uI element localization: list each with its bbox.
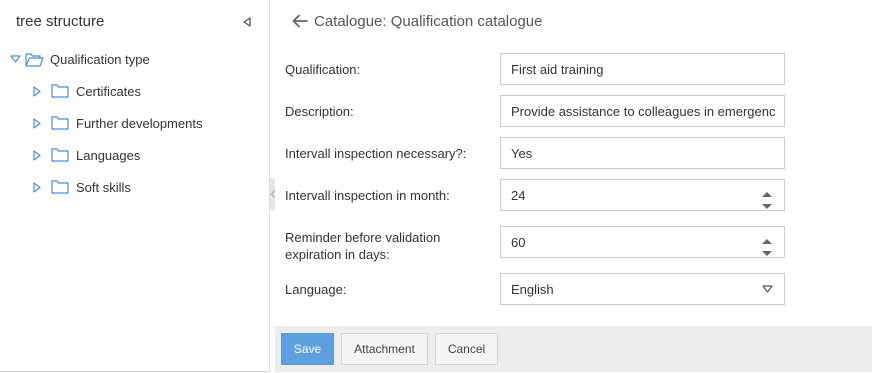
tree-node-soft-skills[interactable]: Soft skills	[30, 177, 131, 197]
interval-months-label: Intervall inspection in month:	[285, 188, 450, 203]
collapsed-triangle-icon[interactable]	[30, 180, 44, 194]
interval-months-value: 24	[511, 187, 526, 203]
page-title: Catalogue: Qualification catalogue	[314, 12, 543, 30]
tree-node-label: Further developments	[76, 115, 203, 131]
reminder-days-label-line1: Reminder before validation	[285, 230, 441, 245]
folder-icon	[50, 115, 70, 131]
interval-necessary-label: Intervall inspection necessary?:	[285, 146, 467, 161]
spinner[interactable]	[760, 185, 774, 209]
interval-necessary-field[interactable]: Yes	[500, 137, 785, 169]
language-value: English	[511, 281, 554, 297]
spin-down-icon[interactable]	[761, 244, 773, 256]
cancel-button[interactable]: Cancel	[435, 333, 498, 365]
description-field[interactable]: Provide assistance to colleagues in emer…	[500, 95, 785, 127]
collapsed-triangle-icon[interactable]	[30, 116, 44, 130]
description-value: Provide assistance to colleagues in emer…	[511, 103, 776, 119]
detail-panel: Catalogue: Qualification catalogue Quali…	[275, 0, 872, 372]
spin-down-icon[interactable]	[761, 197, 773, 209]
button-bar: Save Attachment Cancel	[275, 326, 872, 372]
spin-up-icon[interactable]	[761, 232, 773, 244]
chevron-down-icon[interactable]	[760, 283, 774, 295]
qualification-field[interactable]: First aid training	[500, 53, 785, 85]
folder-icon	[50, 83, 70, 99]
tree-node-further-developments[interactable]: Further developments	[30, 113, 202, 133]
qualification-label: Qualification:	[285, 62, 361, 77]
page-header: Catalogue: Qualification catalogue	[291, 12, 543, 30]
tree-panel-title: tree structure	[16, 13, 105, 30]
language-label: Language:	[285, 282, 347, 297]
reminder-days-label: Reminder before validation expiration in…	[285, 229, 440, 263]
tree-panel: tree structure Qualification type Certif…	[0, 0, 270, 372]
description-label: Description:	[285, 104, 354, 119]
qualification-value: First aid training	[511, 61, 604, 77]
reminder-days-value: 60	[511, 234, 526, 250]
folder-icon	[50, 179, 70, 195]
language-select[interactable]: English	[500, 273, 785, 305]
arrow-left-icon	[292, 14, 308, 28]
spinner[interactable]	[760, 232, 774, 256]
chevron-left-icon	[270, 190, 275, 198]
reminder-days-label-line2: expiration in days:	[285, 247, 390, 262]
collapsed-triangle-icon[interactable]	[30, 148, 44, 162]
interval-necessary-value: Yes	[511, 145, 533, 161]
tree-node-label: Certificates	[76, 83, 142, 99]
tree-node-qualification-type[interactable]: Qualification type	[8, 49, 150, 69]
reminder-days-stepper[interactable]: 60	[500, 226, 785, 258]
spin-up-icon[interactable]	[761, 185, 773, 197]
collapsed-triangle-icon[interactable]	[30, 84, 44, 98]
interval-months-stepper[interactable]: 24	[500, 179, 785, 211]
attachment-button[interactable]: Attachment	[341, 333, 428, 365]
tree-node-label: Languages	[76, 147, 141, 163]
folder-open-icon	[24, 51, 44, 67]
triangle-left-icon	[243, 17, 251, 27]
back-button[interactable]	[291, 12, 309, 30]
expanded-triangle-icon[interactable]	[8, 52, 22, 66]
folder-icon	[50, 147, 70, 163]
tree-node-label: Soft skills	[76, 179, 131, 195]
tree-node-languages[interactable]: Languages	[30, 145, 140, 165]
save-button[interactable]: Save	[281, 333, 334, 365]
collapse-panel-button[interactable]	[240, 14, 254, 30]
tree-node-label: Qualification type	[50, 51, 150, 67]
tree-node-certificates[interactable]: Certificates	[30, 81, 141, 101]
